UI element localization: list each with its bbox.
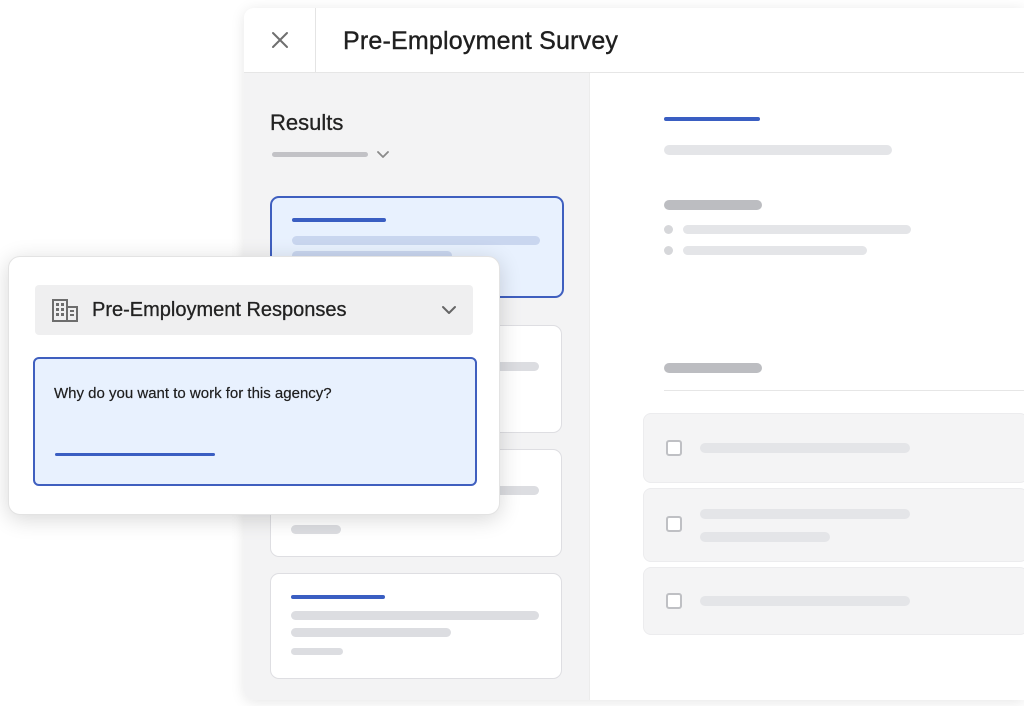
responses-popup: Pre-Employment Responses Why do you want… bbox=[8, 256, 500, 515]
card-text-line bbox=[291, 648, 343, 655]
card-heading-line bbox=[291, 595, 385, 599]
responses-dropdown[interactable]: Pre-Employment Responses bbox=[35, 285, 473, 335]
filter-value-placeholder bbox=[272, 152, 368, 157]
card-text-line bbox=[291, 525, 341, 534]
card-text-line bbox=[292, 236, 540, 245]
card-text-line bbox=[291, 628, 451, 637]
row-checkbox[interactable] bbox=[666, 593, 682, 609]
row-checkbox[interactable] bbox=[666, 516, 682, 532]
page-title: Pre-Employment Survey bbox=[343, 27, 619, 55]
results-filter-dropdown[interactable] bbox=[272, 147, 392, 163]
bullet-dot bbox=[664, 225, 673, 234]
detail-text-line bbox=[664, 145, 892, 155]
bullet-dot bbox=[664, 246, 673, 255]
building-icon bbox=[52, 299, 78, 322]
row-text-line bbox=[700, 596, 910, 606]
row-text-line bbox=[700, 443, 910, 453]
row-text-line bbox=[700, 509, 910, 519]
checklist-row[interactable] bbox=[643, 413, 1024, 483]
section-heading-line bbox=[664, 363, 762, 373]
sidebar-title: Results bbox=[270, 110, 344, 135]
title-bar: Pre-Employment Survey bbox=[244, 8, 1024, 73]
answer-input-line bbox=[55, 453, 215, 456]
chevron-down-icon bbox=[442, 306, 456, 314]
checklist-row[interactable] bbox=[643, 488, 1024, 562]
title-divider bbox=[315, 8, 316, 72]
checklist-row[interactable] bbox=[643, 567, 1024, 635]
question-text: Why do you want to work for this agency? bbox=[54, 385, 332, 402]
close-icon bbox=[272, 32, 288, 48]
bullet-text-line bbox=[683, 246, 867, 255]
section-divider bbox=[664, 390, 1024, 391]
row-text-line bbox=[700, 532, 830, 542]
bullet-text-line bbox=[683, 225, 911, 234]
question-answer-field[interactable]: Why do you want to work for this agency? bbox=[33, 357, 477, 486]
detail-pane bbox=[590, 73, 1024, 700]
close-button[interactable] bbox=[258, 20, 302, 60]
section-heading-line bbox=[664, 200, 762, 210]
detail-heading-line bbox=[664, 117, 760, 121]
card-text-line bbox=[291, 611, 539, 620]
row-checkbox[interactable] bbox=[666, 440, 682, 456]
result-card[interactable] bbox=[270, 573, 562, 679]
card-heading-line bbox=[292, 218, 386, 222]
chevron-down-icon bbox=[377, 151, 389, 158]
dropdown-label: Pre-Employment Responses bbox=[92, 299, 347, 321]
